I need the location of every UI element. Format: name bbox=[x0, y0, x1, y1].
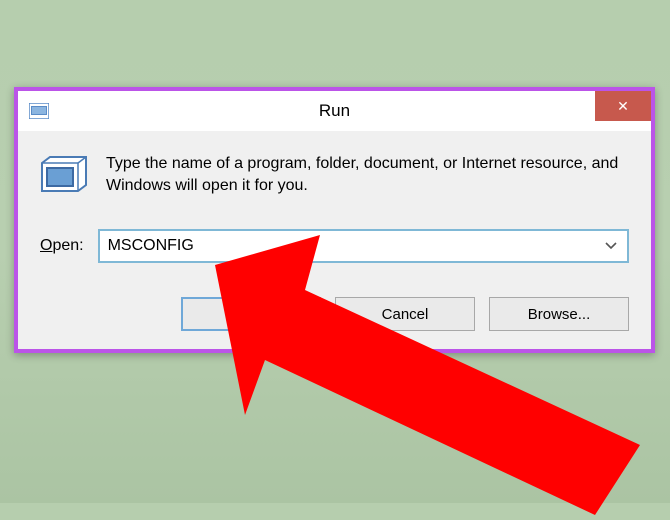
close-icon: ✕ bbox=[617, 98, 629, 115]
cancel-button[interactable]: Cancel bbox=[335, 297, 475, 331]
close-button[interactable]: ✕ bbox=[595, 91, 651, 121]
titlebar[interactable]: Run ✕ bbox=[18, 91, 651, 131]
open-input-value: MSCONFIG bbox=[108, 237, 603, 255]
dialog-body: Type the name of a program, folder, docu… bbox=[18, 131, 651, 349]
run-dialog: Run ✕ Type the name of a program, folder… bbox=[14, 87, 655, 353]
browse-button[interactable]: Browse... bbox=[489, 297, 629, 331]
button-row: OK Cancel Browse... bbox=[40, 297, 629, 331]
dialog-title: Run bbox=[18, 101, 651, 121]
open-label: Open: bbox=[40, 237, 84, 255]
run-icon bbox=[40, 155, 88, 199]
open-combobox[interactable]: MSCONFIG bbox=[98, 229, 629, 263]
instruction-text: Type the name of a program, folder, docu… bbox=[106, 153, 629, 196]
run-titlebar-icon bbox=[28, 100, 50, 122]
ok-button[interactable]: OK bbox=[181, 297, 321, 331]
chevron-down-icon[interactable] bbox=[603, 242, 619, 250]
